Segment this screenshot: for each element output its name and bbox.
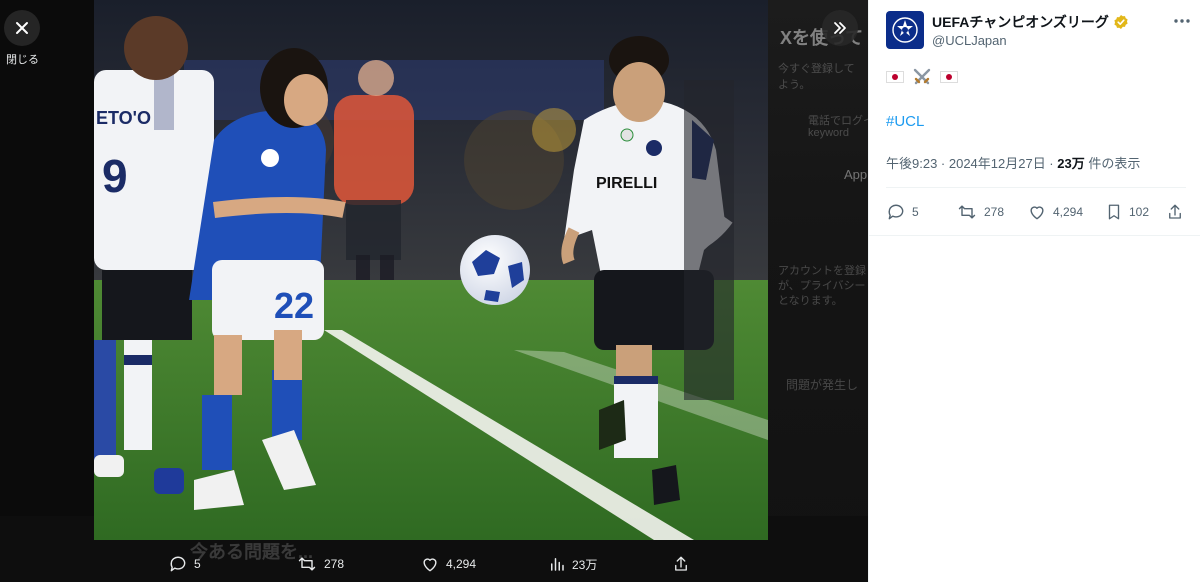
football-photo: ETO'O 9 22 PIRELLI	[94, 0, 768, 540]
player-left-name: ETO'O	[96, 108, 151, 128]
reply-button[interactable]: 5	[886, 198, 919, 226]
share-icon	[1169, 204, 1181, 219]
retweet-button[interactable]: 278	[956, 198, 1004, 226]
ghost-text: となります。	[778, 295, 843, 307]
more-icon	[1174, 19, 1190, 23]
tweet-action-bar: 5 278 4,294 102	[886, 198, 1186, 226]
sponsor-text: PIRELLI	[596, 175, 657, 192]
bookmark-icon	[1108, 204, 1120, 220]
tweet-timestamp[interactable]: 午後9:23 · 2024年12月27日 ·	[886, 156, 1057, 171]
retweet-count: 278	[324, 557, 345, 571]
ghost-text: が、プライバシー	[778, 280, 866, 292]
ghost-text: 問題が発生し	[786, 378, 859, 392]
ghost-text: App	[844, 167, 868, 182]
reply-button[interactable]: 5	[168, 550, 201, 578]
crossed-swords-icon	[913, 68, 931, 85]
reply-icon	[170, 556, 186, 572]
ghost-text: よう。	[778, 79, 811, 91]
ghost-text: アカウントを登録	[778, 265, 866, 277]
media-viewer: Xを使って 今すぐ登録して よう。 電話でログイ keyword App アカウ…	[0, 0, 868, 582]
retweet-icon	[958, 205, 976, 219]
player-left-number: 9	[102, 150, 128, 202]
share-icon	[675, 556, 687, 571]
tweet-view-suffix: 件の表示	[1084, 156, 1141, 171]
like-count: 4,294	[1053, 205, 1084, 219]
avatar[interactable]	[886, 11, 924, 49]
like-count: 4,294	[446, 557, 477, 571]
share-button[interactable]	[1166, 198, 1184, 226]
close-icon	[16, 22, 28, 34]
hashtag-link[interactable]: #UCL	[886, 113, 924, 130]
handle[interactable]: @UCLJapan	[932, 33, 1007, 48]
player-middle-number: 22	[274, 285, 314, 326]
divider	[886, 187, 1186, 188]
double-chevron-right-icon	[834, 22, 846, 34]
analytics-icon	[551, 558, 564, 571]
like-button[interactable]: 4,294	[420, 550, 476, 578]
retweet-count: 278	[984, 205, 1005, 219]
tweet-panel: UEFAチャンピオンズリーグ @UCLJapan #UCL 午後9:23 · 2…	[868, 0, 1200, 582]
heart-icon	[1030, 206, 1044, 220]
reply-count: 5	[912, 205, 919, 219]
toggle-panel-button[interactable]	[822, 10, 858, 46]
display-name[interactable]: UEFAチャンピオンズリーグ	[932, 12, 1109, 32]
japan-flag-icon	[940, 71, 959, 84]
bookmark-button[interactable]: 102	[1105, 198, 1149, 226]
reply-count: 5	[194, 557, 201, 571]
bookmark-count: 102	[1129, 205, 1150, 219]
ghost-text: keyword	[808, 127, 849, 139]
view-count: 23万	[572, 557, 598, 572]
close-label: 閉じる	[6, 54, 39, 66]
football	[460, 235, 530, 305]
tweet-emoji-line	[886, 66, 959, 88]
author-row: UEFAチャンピオンズリーグ	[932, 12, 1129, 32]
tweet-photo[interactable]: ETO'O 9 22 PIRELLI	[94, 0, 768, 540]
reply-icon	[888, 204, 904, 220]
retweet-icon	[298, 557, 316, 571]
ghost-text: 今すぐ登録して	[778, 63, 855, 75]
like-button[interactable]: 4,294	[1027, 198, 1083, 226]
background-blur: Xを使って 今すぐ登録して よう。 電話でログイ keyword App アカウ…	[768, 0, 868, 582]
champions-league-logo	[892, 17, 918, 43]
retweet-button[interactable]: 278	[296, 550, 344, 578]
more-options-button[interactable]	[1171, 12, 1193, 30]
tweet-meta: 午後9:23 · 2024年12月27日 · 23万 件の表示	[886, 153, 1140, 172]
share-button[interactable]	[672, 550, 690, 578]
views-button[interactable]: 23万	[548, 550, 597, 578]
verified-badge-icon	[1114, 15, 1128, 29]
tweet-view-count: 23万	[1057, 156, 1085, 171]
viewer-action-bar: 5 278 4,294 23万	[168, 550, 698, 578]
divider	[869, 235, 1200, 236]
close-button[interactable]	[4, 10, 40, 46]
heart-icon	[423, 558, 437, 572]
japan-flag-icon	[886, 71, 904, 84]
ghost-text: 電話でログイ	[808, 115, 868, 127]
